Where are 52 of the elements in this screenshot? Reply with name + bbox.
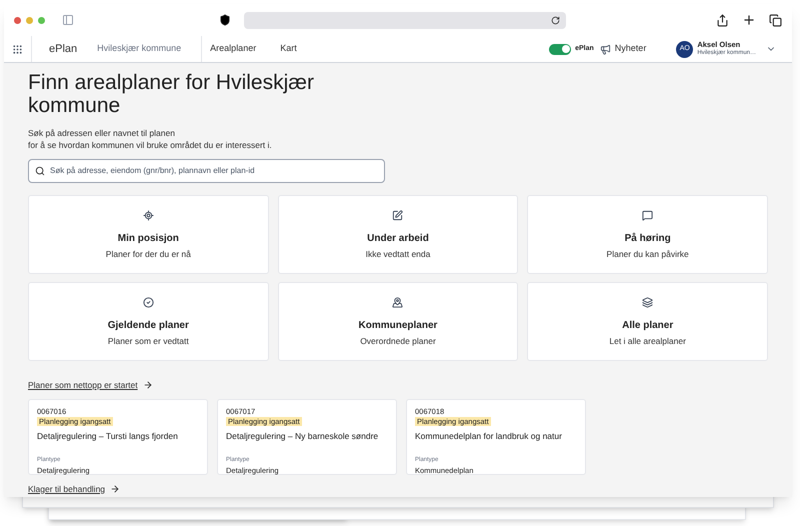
toggle-switch[interactable] xyxy=(549,44,572,54)
intro-text: for å se hvordan kommunen vil bruke området du er interessert i. xyxy=(28,139,273,151)
shield-icon[interactable] xyxy=(219,14,231,26)
section-link[interactable]: Planer som nettopp er startet xyxy=(28,379,138,392)
map-pin-icon xyxy=(392,297,404,308)
address-field[interactable] xyxy=(244,12,566,28)
section-link[interactable]: Klager til behandling xyxy=(28,482,106,496)
category-subtitle: Overordnede planer xyxy=(360,335,436,348)
category-card[interactable]: Alle planer Let i alle arealplaner xyxy=(527,282,768,361)
new-tab-icon[interactable] xyxy=(742,13,756,27)
megaphone-icon[interactable] xyxy=(600,44,611,54)
arrow-right-icon[interactable] xyxy=(110,484,120,494)
category-title: Gjeldende planer xyxy=(108,319,189,333)
category-card[interactable]: På høring Planer du kan påvirke xyxy=(527,195,768,274)
municipality-label: Hvileskjær kommune xyxy=(97,42,182,56)
category-title: Alle planer xyxy=(622,319,674,333)
plan-title: Kommunedelplan for landbruk og natur xyxy=(415,430,562,442)
category-title: Under arbeid xyxy=(367,232,429,246)
news-link[interactable]: Nyheter xyxy=(614,42,646,56)
page-heading: Finn arealplaner for Hvileskjær kommune xyxy=(28,71,315,117)
speech-bubble-icon xyxy=(642,210,654,221)
search-input[interactable]: Søk på adresse, eiendom (gnr/bnr), plannavn eller plan-id xyxy=(50,165,378,177)
category-card[interactable]: Kommuneplaner Overordnede planer xyxy=(278,282,518,361)
check-circle-icon xyxy=(142,297,154,308)
category-title: Min posisjon xyxy=(118,232,179,246)
category-card[interactable]: Min posisjon Planer for der du er nå xyxy=(28,195,269,274)
tabs-icon[interactable] xyxy=(769,14,782,26)
search-icon xyxy=(35,166,45,176)
plan-title: Detaljregulering – Ny barneskole søndre xyxy=(226,430,378,442)
sidebar-icon[interactable] xyxy=(62,14,74,26)
category-title: Kommuneplaner xyxy=(358,319,438,333)
category-subtitle: Let i alle arealplaner xyxy=(609,335,686,348)
category-subtitle: Planer for der du er nå xyxy=(106,248,191,261)
nav-link[interactable]: Arealplaner xyxy=(210,42,256,56)
category-title: På høring xyxy=(624,232,671,246)
brand-logo[interactable]: ePlan xyxy=(49,40,78,58)
plan-title: Detaljregulering – Tursti langs fjorden xyxy=(37,430,178,442)
edit-icon xyxy=(392,210,404,221)
intro-text: Søk på adressen eller navnet til planen xyxy=(28,127,176,139)
layers-icon xyxy=(642,297,654,308)
category-card[interactable]: Under arbeid Ikke vedtatt enda xyxy=(278,195,518,274)
locate-icon xyxy=(142,210,154,221)
category-subtitle: Planer du kan påvirke xyxy=(606,248,689,261)
arrow-right-icon[interactable] xyxy=(142,380,153,390)
reload-icon[interactable] xyxy=(551,16,560,24)
category-subtitle: Ikke vedtatt enda xyxy=(366,248,430,261)
category-card[interactable]: Gjeldende planer Planer som er vedtatt xyxy=(28,282,269,361)
share-icon[interactable] xyxy=(716,14,729,26)
category-subtitle: Planer som er vedtatt xyxy=(108,335,189,348)
nav-link[interactable]: Kart xyxy=(280,42,297,56)
search-field[interactable]: Søk på adresse, eiendom (gnr/bnr), plannavn eller plan-id xyxy=(28,159,385,183)
apps-grid-icon[interactable] xyxy=(12,44,23,54)
